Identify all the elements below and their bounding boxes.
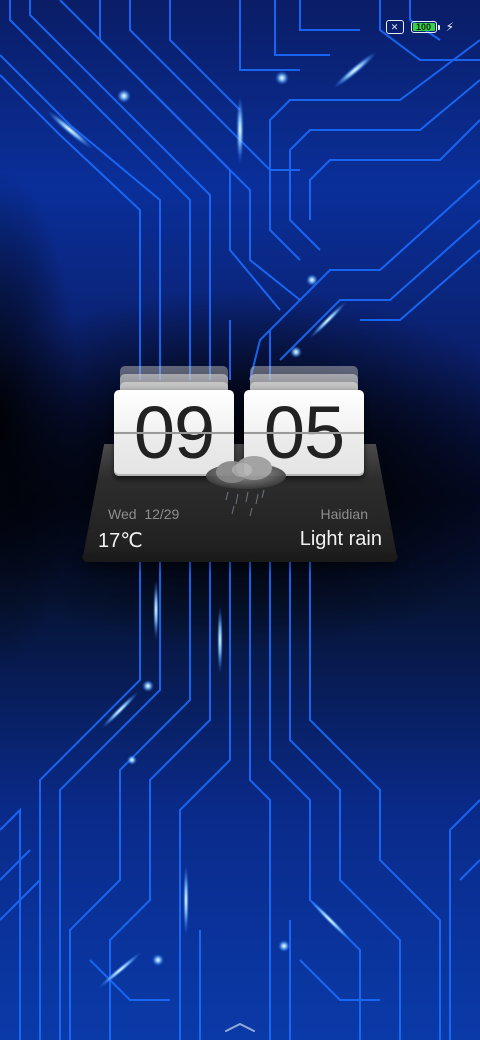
widget-temperature: 17℃ bbox=[98, 530, 143, 552]
widget-location: Haidian bbox=[320, 506, 368, 522]
battery-icon: 100 bbox=[410, 21, 440, 33]
widget-date: Wed 12/29 bbox=[108, 506, 180, 522]
lock-screen: ✕ 100 ⚡ 09 05 Wed 12/29 Haidian 17℃ Ligh… bbox=[0, 0, 480, 1040]
charging-bolt-icon: ⚡ bbox=[445, 20, 454, 34]
status-bar: ✕ 100 ⚡ bbox=[385, 18, 454, 36]
widget-weather-condition: Light rain bbox=[299, 528, 382, 550]
circuit-lines-top bbox=[0, 0, 480, 381]
no-sim-symbol: ✕ bbox=[390, 21, 399, 32]
battery-level: 100 bbox=[416, 21, 432, 32]
rain-cloud-icon bbox=[206, 456, 286, 517]
widget-base-edge bbox=[82, 555, 398, 562]
circuit-lines-bottom bbox=[0, 560, 480, 1040]
clock-weather-widget[interactable]: 09 05 Wed 12/29 Haidian 17℃ Light rain bbox=[82, 362, 398, 566]
no-sim-icon: ✕ bbox=[385, 20, 404, 34]
chevron-up-icon[interactable] bbox=[224, 1022, 256, 1032]
